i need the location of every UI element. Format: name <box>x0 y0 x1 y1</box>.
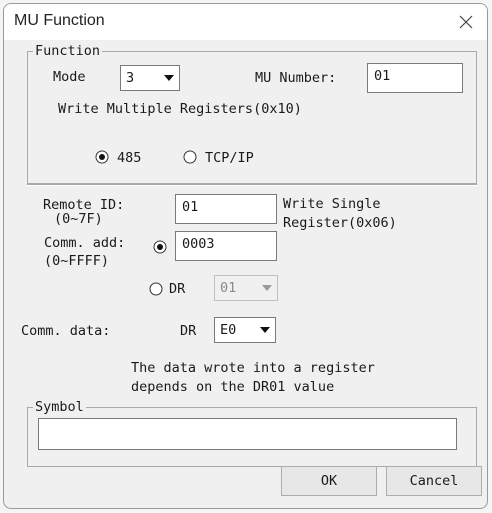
comm-add-label: Comm. add: <box>44 235 126 251</box>
symbol-legend: Symbol <box>33 399 86 415</box>
comm-add-input[interactable]: 0003 <box>175 231 277 261</box>
comm-add-dr-select: 01 <box>214 275 278 301</box>
cancel-button[interactable]: Cancel <box>386 466 482 496</box>
mode-label: Mode <box>53 69 86 85</box>
radio-comm-add-direct[interactable] <box>153 239 167 254</box>
section-divider <box>27 184 477 186</box>
mode-select-value: 3 <box>126 70 135 86</box>
mu-number-label: MU Number: <box>255 70 337 86</box>
chevron-down-icon <box>258 277 276 299</box>
mu-function-dialog: MU Function Function Mode 3 MU Number: 0… <box>3 3 488 509</box>
symbol-input[interactable] <box>38 418 457 450</box>
radio-tcpip[interactable] <box>183 149 197 164</box>
close-icon[interactable] <box>453 9 479 35</box>
write-single-line1: Write Single <box>283 196 381 212</box>
comm-add-dr-value: 01 <box>220 280 237 296</box>
comm-add-dr-label: DR <box>169 281 186 297</box>
comm-add-range: (0~FFFF) <box>44 253 110 269</box>
comm-data-dr-value: E0 <box>220 322 237 338</box>
radio-tcpip-label: TCP/IP <box>205 150 254 166</box>
title-bar: MU Function <box>4 4 487 40</box>
radio-485-label: 485 <box>117 150 142 166</box>
comm-data-dr-label: DR <box>180 323 197 339</box>
function-legend: Function <box>33 43 103 59</box>
mode-select[interactable]: 3 <box>120 65 180 91</box>
window-title: MU Function <box>14 12 105 29</box>
write-single-line2: Register(0x06) <box>283 215 397 231</box>
note-line-1: The data wrote into a register <box>131 360 375 376</box>
chevron-down-icon[interactable] <box>160 67 178 89</box>
comm-data-dr-select[interactable]: E0 <box>214 317 276 343</box>
comm-data-label: Comm. data: <box>21 323 111 339</box>
note-line-2: depends on the DR01 value <box>131 379 335 395</box>
mu-number-input[interactable]: 01 <box>367 63 463 93</box>
function-description: Write Multiple Registers(0x10) <box>58 101 302 117</box>
remote-id-range: (0~7F) <box>54 211 103 227</box>
remote-id-input[interactable]: 01 <box>175 194 277 224</box>
ok-button[interactable]: OK <box>281 466 377 496</box>
radio-485[interactable] <box>95 149 109 164</box>
radio-comm-add-dr[interactable] <box>149 281 163 296</box>
chevron-down-icon[interactable] <box>256 319 274 341</box>
